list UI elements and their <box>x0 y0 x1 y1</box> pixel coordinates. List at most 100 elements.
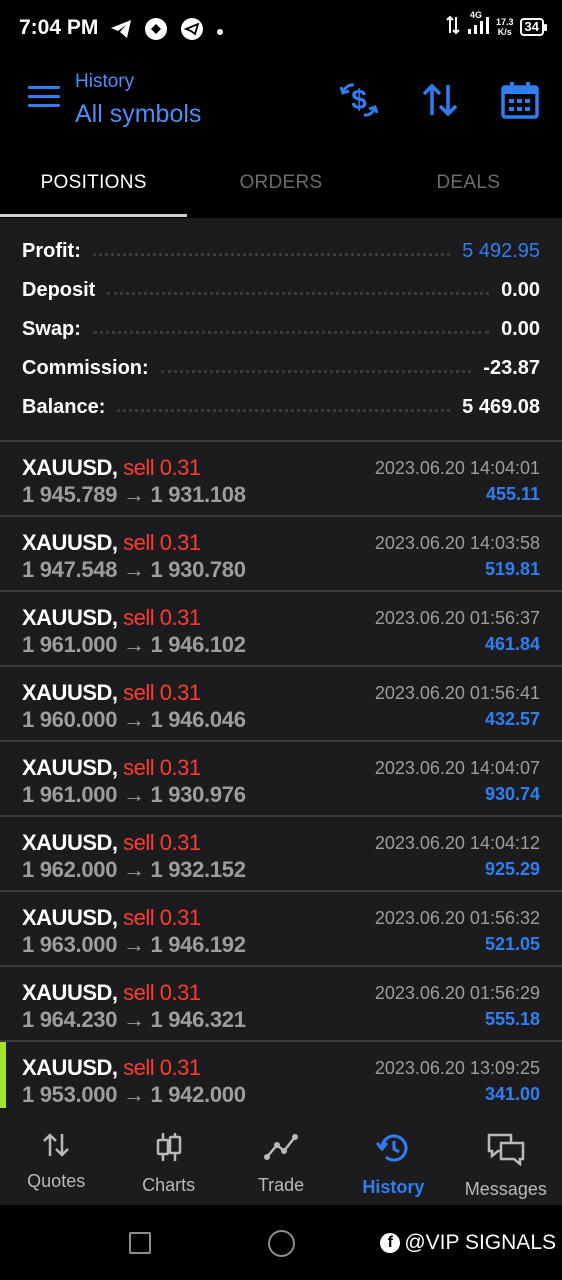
nav-label: History <box>362 1177 425 1197</box>
deal-row[interactable]: XAUUSD, sell 0.31 1 962.000 → 1 932.152 … <box>0 817 562 890</box>
summary-row-commission: Commission: -23.87 <box>22 353 540 383</box>
deal-symbol: XAUUSD, sell 0.31 <box>22 530 201 556</box>
nav-label: Trade <box>257 1175 305 1195</box>
deal-row[interactable]: XAUUSD, sell 0.31 1 960.000 → 1 946.046 … <box>0 667 562 740</box>
battery-icon: 34 <box>519 17 548 36</box>
symbol-name: XAUUSD, <box>22 605 118 630</box>
deal-profit: 455.11 <box>485 484 540 504</box>
telegram-icon <box>110 19 132 44</box>
deal-row[interactable]: XAUUSD, sell 0.31 1 963.000 → 1 946.192 … <box>0 892 562 965</box>
deal-time: 2023.06.20 14:03:58 <box>374 533 540 553</box>
deal-symbol: XAUUSD, sell 0.31 <box>22 830 201 856</box>
deal-time: 2023.06.20 01:56:32 <box>374 908 540 928</box>
symbol-name: XAUUSD, <box>22 680 118 705</box>
bottom-navigation: Quotes Charts Trade History Messages <box>0 1108 562 1205</box>
tab-positions[interactable]: POSITIONS <box>0 150 187 218</box>
symbol-name: XAUUSD, <box>22 905 118 930</box>
deal-time: 2023.06.20 01:56:37 <box>374 608 540 628</box>
app-header: History All symbols $ <box>0 56 562 150</box>
deal-type: sell 0.31 <box>123 455 201 480</box>
calendar-icon[interactable] <box>498 78 542 122</box>
deal-time: 2023.06.20 14:04:12 <box>374 833 540 853</box>
trade-line-icon <box>264 1132 299 1167</box>
network-speed: 17.3 K/s <box>496 17 514 37</box>
currency-exchange-icon[interactable]: $ <box>337 78 381 122</box>
deal-time: 2023.06.20 01:56:29 <box>374 983 540 1003</box>
deal-row[interactable]: XAUUSD, sell 0.31 1 953.000 → 1 942.000 … <box>0 1042 562 1108</box>
deal-prices: 1 953.000 → 1 942.000 <box>22 1082 246 1107</box>
tab-deals[interactable]: DEALS <box>375 150 562 218</box>
watermark: f @VIP SIGNALS <box>380 1231 556 1255</box>
symbol-selector[interactable]: All symbols <box>75 100 201 129</box>
deal-symbol: XAUUSD, sell 0.31 <box>22 680 201 706</box>
watermark-text: @VIP SIGNALS <box>404 1231 556 1254</box>
facebook-icon: f <box>380 1233 401 1253</box>
balance-label: Balance: <box>22 395 106 418</box>
deal-prices: 1 945.789 → 1 931.108 <box>22 482 246 507</box>
history-clock-icon <box>376 1132 410 1169</box>
svg-text:$: $ <box>351 84 367 115</box>
summary-row-balance: Balance: 5 469.08 <box>22 392 540 422</box>
nav-history[interactable]: History <box>337 1108 449 1205</box>
telegram-outline-icon <box>180 17 204 46</box>
active-tab-indicator <box>0 214 187 217</box>
balance-value: 5 469.08 <box>462 395 540 418</box>
dotted-leader <box>117 408 451 412</box>
deal-type: sell 0.31 <box>123 755 201 780</box>
summary-row-swap: Swap: 0.00 <box>22 314 540 344</box>
menu-icon[interactable] <box>28 86 60 112</box>
deal-time: 2023.06.20 01:56:41 <box>374 683 540 703</box>
symbol-name: XAUUSD, <box>22 980 118 1005</box>
deal-prices: 1 960.000 → 1 946.046 <box>22 707 246 732</box>
deal-type: sell 0.31 <box>123 680 201 705</box>
deal-row[interactable]: XAUUSD, sell 0.31 1 947.548 → 1 930.780 … <box>0 517 562 590</box>
system-navigation-bar: f @VIP SIGNALS <box>0 1205 562 1280</box>
deal-time: 2023.06.20 14:04:01 <box>374 458 540 478</box>
deal-symbol: XAUUSD, sell 0.31 <box>22 755 201 781</box>
deal-profit: 432.57 <box>484 709 540 729</box>
recents-button[interactable] <box>129 1232 151 1254</box>
dotted-leader <box>92 330 490 334</box>
deal-row[interactable]: XAUUSD, sell 0.31 1 961.000 → 1 930.976 … <box>0 742 562 815</box>
status-bar: 7:04 PM 4G 17.3 K/s 34 <box>0 0 562 56</box>
status-time: 7:04 PM <box>19 16 99 39</box>
deal-row[interactable]: XAUUSD, sell 0.31 1 961.000 → 1 946.102 … <box>0 592 562 665</box>
sort-icon[interactable] <box>418 78 462 122</box>
deal-type: sell 0.31 <box>123 605 201 630</box>
network-speed-value: 17.3 <box>496 16 514 27</box>
summary-panel: Profit: 5 492.95 Deposit 0.00 Swap: 0.00… <box>0 218 562 440</box>
deal-row[interactable]: XAUUSD, sell 0.31 1 945.789 → 1 931.108 … <box>0 442 562 515</box>
summary-row-deposit: Deposit 0.00 <box>22 275 540 305</box>
deal-prices: 1 961.000 → 1 946.102 <box>22 632 246 657</box>
deal-type: sell 0.31 <box>123 1055 201 1080</box>
deal-profit: 521.05 <box>484 934 540 954</box>
symbol-name: XAUUSD, <box>22 455 118 480</box>
nav-trade[interactable]: Trade <box>225 1108 337 1205</box>
deal-prices: 1 964.230 → 1 946.321 <box>22 1007 246 1032</box>
symbol-name: XAUUSD, <box>22 755 118 780</box>
data-arrows-icon <box>446 15 460 38</box>
dotted-leader <box>92 252 451 256</box>
nav-quotes[interactable]: Quotes <box>0 1108 112 1205</box>
home-button[interactable] <box>268 1230 295 1257</box>
nav-charts[interactable]: Charts <box>112 1108 224 1205</box>
nav-messages[interactable]: Messages <box>450 1108 562 1205</box>
deal-prices: 1 963.000 → 1 946.192 <box>22 932 246 957</box>
nav-label: Messages <box>464 1179 547 1199</box>
deal-profit: 930.74 <box>484 784 540 804</box>
profit-value: 5 492.95 <box>462 239 540 262</box>
commission-label: Commission: <box>22 356 149 379</box>
deal-symbol: XAUUSD, sell 0.31 <box>22 455 201 481</box>
tab-orders[interactable]: ORDERS <box>187 150 374 218</box>
messages-icon <box>487 1132 525 1171</box>
deal-type: sell 0.31 <box>123 905 201 930</box>
dotted-leader <box>107 291 490 295</box>
network-speed-unit: K/s <box>497 26 512 37</box>
dotted-leader <box>160 369 472 373</box>
deal-row[interactable]: XAUUSD, sell 0.31 1 964.230 → 1 946.321 … <box>0 967 562 1040</box>
deal-symbol: XAUUSD, sell 0.31 <box>22 980 201 1006</box>
app-circle-icon <box>144 17 168 46</box>
deal-symbol: XAUUSD, sell 0.31 <box>22 605 201 631</box>
symbol-name: XAUUSD, <box>22 830 118 855</box>
deal-type: sell 0.31 <box>123 980 201 1005</box>
